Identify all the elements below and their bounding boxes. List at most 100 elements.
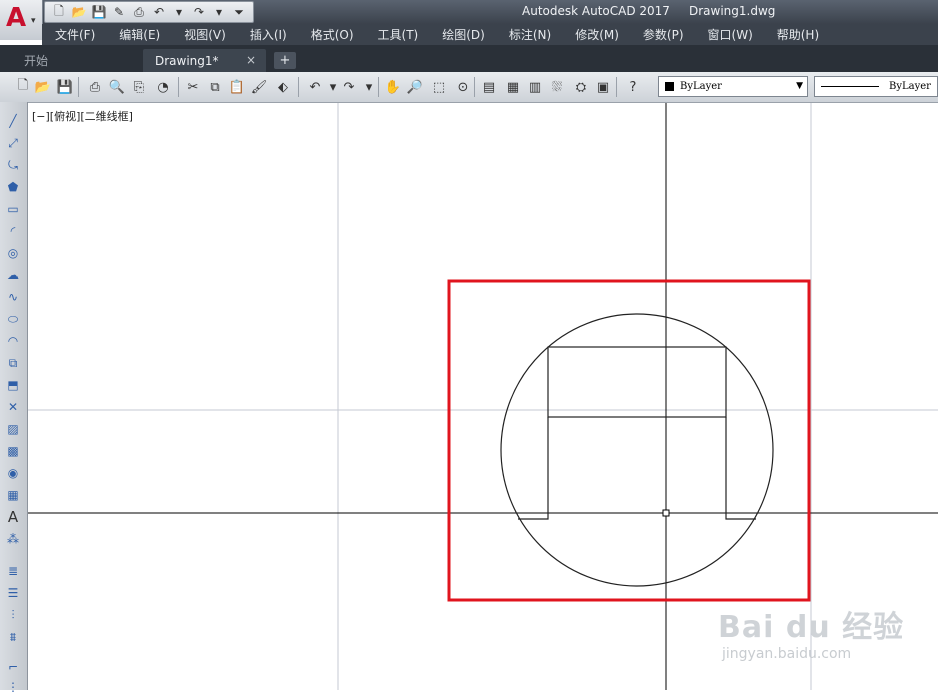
layer-isolate-icon[interactable]: ⩩: [4, 628, 22, 646]
undo-icon[interactable]: ↶: [306, 78, 324, 96]
layer-previous-icon[interactable]: ⫶: [4, 606, 22, 624]
add-selected-icon[interactable]: ⁂: [4, 530, 22, 548]
menu-format[interactable]: 格式(O): [298, 26, 365, 43]
construction-line-icon[interactable]: ⤢: [4, 134, 22, 152]
save-icon[interactable]: 💾: [56, 78, 74, 96]
circle-icon[interactable]: ◎: [4, 244, 22, 262]
rectangle-icon[interactable]: ▭: [4, 200, 22, 218]
chevron-down-icon: ▾: [31, 16, 36, 26]
redo-dropdown-icon[interactable]: ▾: [360, 78, 378, 96]
application-menu-button[interactable]: A ▾: [0, 0, 43, 40]
menu-edit[interactable]: 编辑(E): [106, 26, 171, 43]
menu-bar: 文件(F) 编辑(E) 视图(V) 插入(I) 格式(O) 工具(T) 绘图(D…: [42, 24, 938, 45]
tool-palettes-icon[interactable]: ▥: [526, 78, 544, 96]
rectangle-entity[interactable]: [547, 346, 727, 418]
save-as-icon[interactable]: ✎: [111, 4, 127, 20]
chevron-down-icon: ▼: [796, 81, 803, 91]
menu-help[interactable]: 帮助(H): [764, 26, 830, 43]
color-swatch: [665, 82, 674, 91]
menu-file[interactable]: 文件(F): [42, 26, 106, 43]
menu-view[interactable]: 视图(V): [171, 26, 237, 43]
new-icon[interactable]: 🗋: [14, 78, 32, 96]
open-icon[interactable]: 📂: [34, 78, 52, 96]
pickbox: [662, 509, 670, 517]
paste-icon[interactable]: 📋: [228, 78, 246, 96]
plot-preview-icon[interactable]: 🔍: [108, 78, 126, 96]
menu-parametric[interactable]: 参数(P): [630, 26, 695, 43]
open-icon[interactable]: 📂: [71, 4, 87, 20]
toolbar-separator: [616, 77, 617, 97]
multiline-text-icon[interactable]: A: [4, 508, 22, 526]
insert-block-icon[interactable]: ⧉: [4, 354, 22, 372]
watermark-brand: Bai du 经验: [718, 610, 905, 645]
help-icon[interactable]: ?: [624, 78, 642, 96]
layer-states-icon[interactable]: ☰: [4, 584, 22, 602]
ellipse-icon[interactable]: ⬭: [4, 310, 22, 328]
more-tools-icon[interactable]: ⋮: [4, 678, 22, 696]
zoom-window-icon[interactable]: ⬚: [430, 78, 448, 96]
point-icon[interactable]: ✕: [4, 398, 22, 416]
calculator-icon[interactable]: ▣: [594, 78, 612, 96]
redo-dropdown-icon[interactable]: ▾: [211, 4, 227, 20]
properties-icon[interactable]: ▤: [480, 78, 498, 96]
3d-print-icon[interactable]: ◔: [154, 78, 172, 96]
color-control-value: ByLayer: [680, 81, 722, 92]
pan-icon[interactable]: ✋: [384, 78, 402, 96]
close-icon[interactable]: ×: [246, 53, 256, 67]
circle-entity[interactable]: [500, 313, 774, 587]
publish-icon[interactable]: ⎘: [130, 78, 148, 96]
undo-dropdown-icon[interactable]: ▾: [171, 4, 187, 20]
line-icon[interactable]: ╱: [4, 112, 22, 130]
zoom-realtime-icon[interactable]: 🔎: [406, 78, 424, 96]
arc-icon[interactable]: ◜: [4, 222, 22, 240]
linetype-control-select[interactable]: ByLayer: [814, 76, 938, 97]
quick-access-toolbar: 🗋 📂 💾 ✎ ⎙ ↶ ▾ ↷ ▾ ⏷: [44, 1, 254, 23]
left-leg-entity[interactable]: [518, 417, 549, 520]
table-icon[interactable]: ▦: [4, 486, 22, 504]
viewport-controls-label[interactable]: [−][俯视][二维线框]: [32, 108, 133, 124]
menu-modify[interactable]: 修改(M): [562, 26, 630, 43]
layer-properties-icon[interactable]: ≣: [4, 562, 22, 580]
redo-icon[interactable]: ↷: [191, 4, 207, 20]
revision-cloud-icon[interactable]: ☁: [4, 266, 22, 284]
fillet-icon[interactable]: ⌐: [4, 658, 22, 676]
spline-icon[interactable]: ∿: [4, 288, 22, 306]
region-icon[interactable]: ◉: [4, 464, 22, 482]
save-icon[interactable]: 💾: [91, 4, 107, 20]
block-editor-icon[interactable]: ⬖: [274, 78, 292, 96]
new-icon[interactable]: 🗋: [51, 4, 67, 20]
zoom-previous-icon[interactable]: ⊙: [454, 78, 472, 96]
hatch-icon[interactable]: ▨: [4, 420, 22, 438]
cut-icon[interactable]: ✂: [184, 78, 202, 96]
menu-window[interactable]: 窗口(W): [695, 26, 764, 43]
make-block-icon[interactable]: ⬒: [4, 376, 22, 394]
undo-icon[interactable]: ↶: [151, 4, 167, 20]
toolbar-separator: [78, 77, 79, 97]
tab-drawing1[interactable]: Drawing1* ×: [143, 49, 266, 72]
markup-icon[interactable]: ⛭: [572, 78, 590, 96]
tab-drawing1-label: Drawing1*: [155, 53, 219, 68]
match-properties-icon[interactable]: 🖌: [250, 78, 268, 96]
print-icon[interactable]: ⎙: [131, 4, 147, 20]
plot-icon[interactable]: ⎙: [86, 78, 104, 96]
redo-icon[interactable]: ↷: [340, 78, 358, 96]
copy-icon[interactable]: ⧉: [206, 78, 224, 96]
gradient-icon[interactable]: ▩: [4, 442, 22, 460]
menu-tools[interactable]: 工具(T): [365, 26, 430, 43]
ellipse-arc-icon[interactable]: ◠: [4, 332, 22, 350]
polygon-icon[interactable]: ⬟: [4, 178, 22, 196]
customize-icon[interactable]: ⏷: [231, 4, 247, 20]
linetype-preview: [821, 86, 879, 87]
sheet-set-icon[interactable]: ⛆: [548, 78, 566, 96]
new-tab-button[interactable]: +: [274, 52, 296, 69]
design-center-icon[interactable]: ▦: [504, 78, 522, 96]
color-control-select[interactable]: ByLayer ▼: [658, 76, 808, 97]
menu-insert[interactable]: 插入(I): [237, 26, 298, 43]
tab-start[interactable]: 开始: [24, 49, 140, 72]
menu-draw[interactable]: 绘图(D): [429, 26, 496, 43]
menu-dimension[interactable]: 标注(N): [496, 26, 562, 43]
right-leg-entity[interactable]: [725, 417, 756, 520]
file-tab-bar: 开始 Drawing1* × +: [0, 45, 938, 72]
watermark: Bai du 经验 jingyan.baidu.com: [718, 600, 918, 670]
polyline-icon[interactable]: ⤿: [4, 156, 22, 174]
